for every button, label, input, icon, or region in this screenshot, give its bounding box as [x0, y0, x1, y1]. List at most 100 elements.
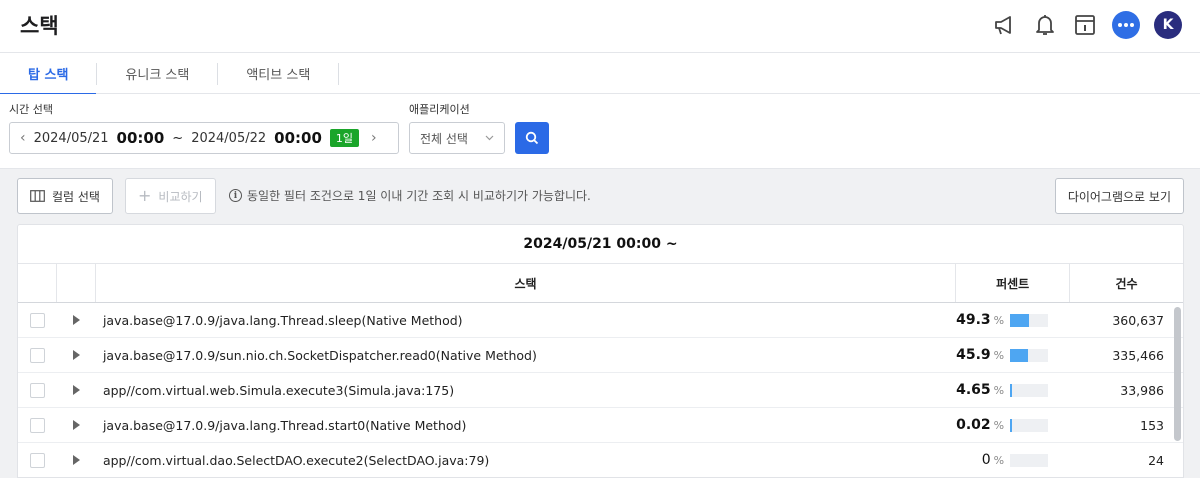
table-title: 2024/05/21 00:00 ~: [18, 225, 1183, 264]
percent-bar-fill: [1010, 348, 1028, 362]
percent-value: 49.3: [956, 312, 991, 328]
count-value: 360,637: [1112, 312, 1165, 328]
row-checkbox[interactable]: [29, 452, 45, 468]
count-value: 24: [1148, 452, 1165, 468]
header-checkbox-cell: [18, 264, 57, 302]
end-date: 2024/05/22: [191, 130, 267, 146]
percent-cell: 45.9%: [956, 338, 1070, 372]
percent-bar: [1010, 383, 1049, 397]
page-title: 스택: [20, 14, 59, 38]
count-value: 33,986: [1120, 382, 1165, 398]
header-icons: K: [992, 10, 1182, 40]
bell-icon[interactable]: [1032, 10, 1058, 40]
compare-info-note: i 동일한 필터 조건으로 1일 이내 기간 조회 시 비교하기가 가능합니다.: [229, 187, 591, 204]
expand-triangle-icon[interactable]: [72, 455, 80, 465]
percent-bar: [1010, 453, 1049, 467]
application-label: 애플리케이션: [409, 103, 470, 116]
expand-triangle-icon[interactable]: [72, 350, 80, 360]
table-row[interactable]: app//com.virtual.dao.SelectDAO.execute2(…: [18, 443, 1183, 477]
percent-unit: %: [993, 383, 1005, 397]
row-expand-cell: [57, 443, 96, 477]
table-toolbar: 컬럼 선택 + 비교하기 i 동일한 필터 조건으로 1일 이내 기간 조회 시…: [0, 170, 1200, 220]
percent-bar-fill: [1010, 418, 1012, 432]
row-expand-cell: [57, 373, 96, 407]
header-count[interactable]: 건수: [1070, 264, 1183, 302]
stack-frame-text: app//com.virtual.dao.SelectDAO.execute2(…: [102, 452, 490, 468]
row-checkbox-cell: [18, 443, 57, 477]
tab-unique-stack[interactable]: 유니크 스택: [97, 53, 217, 94]
row-checkbox[interactable]: [29, 417, 45, 433]
search-button[interactable]: [515, 122, 549, 154]
table-row[interactable]: app//com.virtual.web.Simula.execute3(Sim…: [18, 373, 1183, 408]
count-value: 335,466: [1112, 347, 1165, 363]
stack-frame-text: app//com.virtual.web.Simula.execute3(Sim…: [102, 382, 455, 398]
table-scrollbar[interactable]: [1174, 307, 1181, 441]
header-expand-cell: [57, 264, 96, 302]
tab-active-stack[interactable]: 액티브 스택: [218, 53, 338, 94]
row-checkbox[interactable]: [29, 347, 45, 363]
percent-bar: [1010, 418, 1049, 432]
row-checkbox-cell: [18, 303, 57, 337]
tab-divider: [338, 63, 340, 85]
compare-button[interactable]: + 비교하기: [125, 178, 216, 214]
application-select[interactable]: 전체 선택: [409, 122, 505, 154]
application-select-value: 전체 선택: [420, 131, 468, 146]
table-header: 스택 퍼센트 건수: [18, 264, 1183, 303]
chat-icon[interactable]: [1112, 11, 1140, 39]
chevron-left-icon[interactable]: ‹: [20, 130, 26, 146]
percent-value: 0.02: [956, 417, 991, 433]
info-icon: i: [229, 189, 242, 202]
percent-bar: [1010, 348, 1049, 362]
percent-unit: %: [993, 418, 1005, 432]
percent-value: 4.65: [956, 382, 991, 398]
chevron-right-icon[interactable]: ›: [371, 130, 377, 146]
percent-unit: %: [993, 453, 1005, 467]
search-icon: [525, 131, 539, 145]
diagram-view-button[interactable]: 다이어그램으로 보기: [1054, 178, 1184, 214]
row-expand-cell: [57, 303, 96, 337]
calendar-info-icon[interactable]: [1072, 10, 1098, 40]
percent-bar-fill: [1010, 313, 1029, 327]
plus-icon: +: [138, 186, 152, 205]
percent-bar: [1010, 313, 1049, 327]
tab-bar: 탑 스택 유니크 스택 액티브 스택: [0, 53, 1200, 95]
chevron-down-icon: [485, 135, 494, 141]
row-checkbox-cell: [18, 373, 57, 407]
megaphone-icon[interactable]: [992, 10, 1018, 40]
percent-unit: %: [993, 313, 1005, 327]
time-range-picker[interactable]: ‹ 2024/05/21 00:00 ~ 2024/05/22 00:00 1일…: [9, 122, 399, 154]
count-value: 153: [1140, 417, 1165, 433]
expand-triangle-icon[interactable]: [72, 385, 80, 395]
tab-top-stack[interactable]: 탑 스택: [0, 53, 97, 95]
row-checkbox[interactable]: [29, 312, 45, 328]
table-row[interactable]: java.base@17.0.9/java.lang.Thread.sleep(…: [18, 303, 1183, 338]
percent-unit: %: [993, 348, 1005, 362]
columns-icon: [30, 190, 45, 202]
avatar[interactable]: K: [1154, 11, 1182, 39]
stack-frame-text: java.base@17.0.9/java.lang.Thread.start0…: [102, 417, 467, 433]
percent-value: 0: [981, 452, 991, 468]
row-checkbox-cell: [18, 338, 57, 372]
percent-cell: 49.3%: [956, 303, 1070, 337]
start-time: 00:00: [116, 129, 165, 147]
end-time: 00:00: [274, 129, 322, 147]
app-header: 스택 K: [0, 0, 1200, 53]
column-select-label: 컬럼 선택: [52, 189, 100, 204]
row-expand-cell: [57, 408, 96, 442]
row-checkbox[interactable]: [29, 382, 45, 398]
expand-triangle-icon[interactable]: [72, 420, 80, 430]
time-select-label: 시간 선택: [9, 103, 53, 116]
row-expand-cell: [57, 338, 96, 372]
table-row[interactable]: java.base@17.0.9/sun.nio.ch.SocketDispat…: [18, 338, 1183, 373]
table-body: java.base@17.0.9/java.lang.Thread.sleep(…: [18, 303, 1183, 477]
stack-frame-text: java.base@17.0.9/java.lang.Thread.sleep(…: [102, 312, 463, 328]
column-select-button[interactable]: 컬럼 선택: [17, 178, 113, 214]
percent-cell: 4.65%: [956, 373, 1070, 407]
header-stack[interactable]: 스택: [96, 264, 957, 302]
expand-triangle-icon[interactable]: [72, 315, 80, 325]
table-row[interactable]: java.base@17.0.9/java.lang.Thread.start0…: [18, 408, 1183, 443]
header-percent[interactable]: 퍼센트: [956, 264, 1071, 302]
start-date: 2024/05/21: [33, 130, 109, 146]
compare-info-text: 동일한 필터 조건으로 1일 이내 기간 조회 시 비교하기가 가능합니다.: [247, 189, 591, 203]
percent-value: 45.9: [956, 347, 991, 363]
